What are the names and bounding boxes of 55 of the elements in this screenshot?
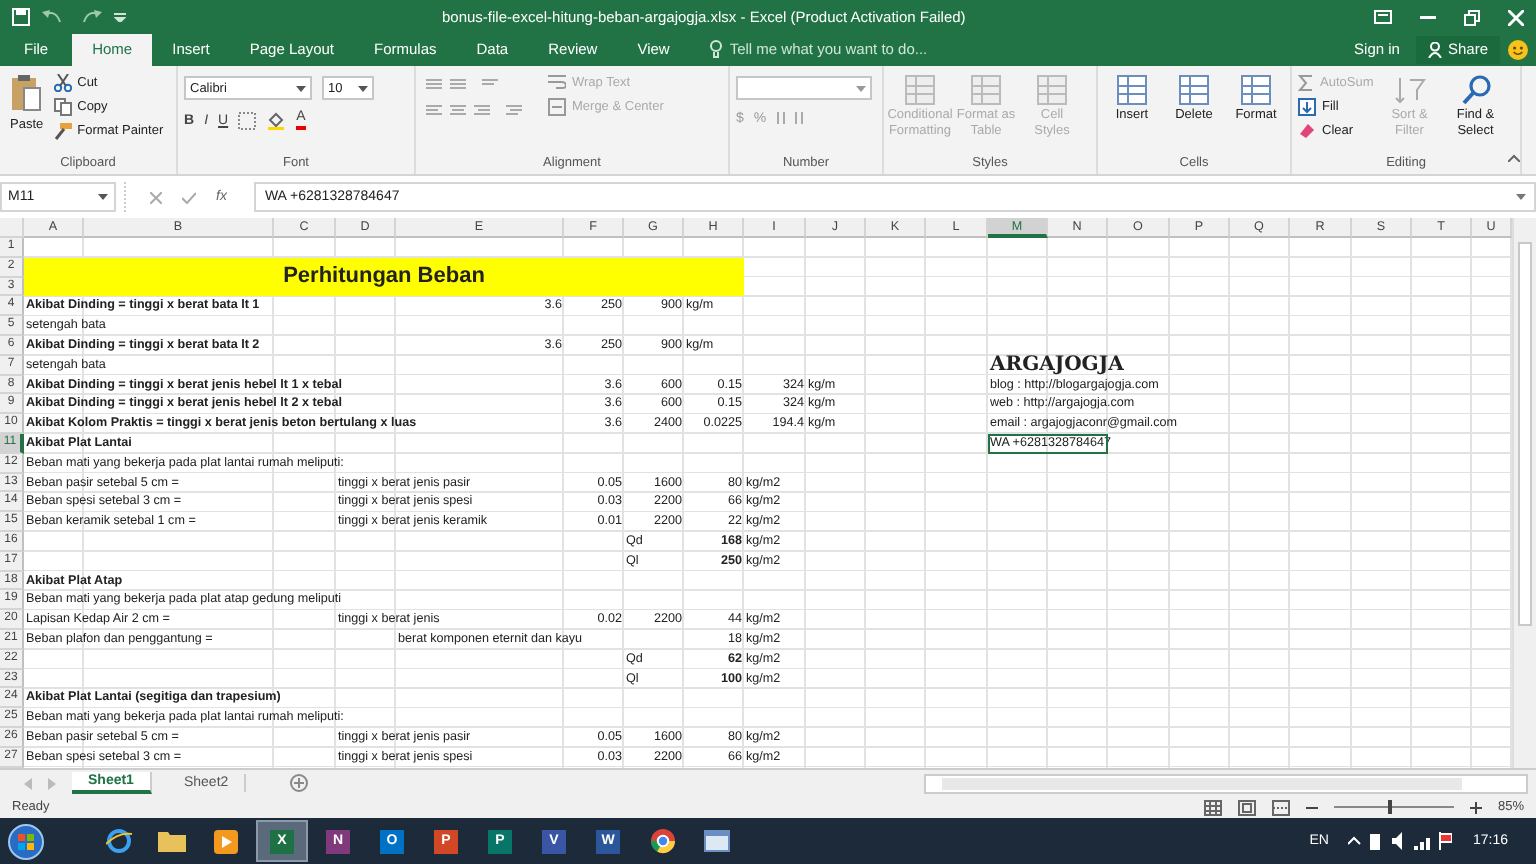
chrome-icon (649, 828, 675, 854)
undo-icon[interactable] (42, 9, 66, 25)
window-icon (703, 830, 729, 852)
caret-icon (358, 85, 368, 91)
ribbon-options-icon[interactable] (1374, 10, 1392, 24)
caret-icon (856, 85, 866, 91)
checkmark-icon[interactable] (182, 191, 196, 203)
table-icon (970, 74, 1002, 106)
clipboard-icon (10, 74, 43, 114)
caret-icon[interactable] (114, 12, 126, 22)
number-format-field[interactable] (736, 76, 872, 100)
fill-color-icon[interactable] (266, 111, 287, 129)
copy-icon (53, 98, 72, 116)
borders-icon[interactable] (238, 111, 257, 129)
table-icon (904, 74, 936, 106)
close-icon[interactable] (1508, 9, 1524, 25)
globe-e-icon (105, 828, 131, 854)
search-icon (1459, 74, 1492, 106)
vertical-scrollbar[interactable] (1512, 218, 1536, 768)
sort-icon (1393, 74, 1426, 106)
collapse-ribbon-icon[interactable] (1508, 154, 1520, 162)
fill-down-icon (1298, 98, 1316, 116)
eraser-icon (1298, 122, 1316, 140)
zoom-out-icon[interactable] (1305, 801, 1318, 813)
add-sheet-icon[interactable] (290, 774, 309, 792)
caret-icon (296, 85, 306, 91)
normal-view-icon[interactable] (1203, 799, 1222, 815)
page-break-icon[interactable] (1271, 799, 1290, 815)
merge-icon (548, 98, 566, 116)
media-player-icon (214, 829, 238, 853)
brush-icon (53, 122, 72, 140)
sheet-title: Perhitungan Beban (24, 257, 744, 297)
smiley-icon[interactable] (1508, 40, 1528, 60)
start-button-icon[interactable] (8, 823, 44, 859)
scissors-icon (53, 74, 72, 92)
brand-name: ARGAJOGJA (988, 355, 1126, 376)
table-icon (1240, 74, 1272, 106)
redo-icon[interactable] (78, 9, 102, 25)
caret-icon (1516, 194, 1526, 200)
wrap-text-icon (548, 74, 566, 92)
table-icon (1178, 74, 1210, 106)
page-layout-icon[interactable] (1237, 799, 1256, 815)
lightbulb-icon (709, 40, 722, 58)
table-icon (1036, 74, 1068, 106)
folder-icon (158, 830, 186, 852)
horizontal-scrollbar[interactable] (924, 773, 1529, 793)
person-icon (1427, 41, 1442, 57)
save-icon[interactable] (12, 8, 30, 26)
sum-icon (1298, 74, 1314, 92)
caret-icon (98, 194, 108, 200)
minimize-icon[interactable] (1420, 15, 1436, 19)
restore-icon[interactable] (1464, 9, 1480, 25)
zoom-in-icon[interactable] (1469, 801, 1482, 813)
table-icon (1116, 74, 1148, 106)
tray-icons-drawing[interactable] (1348, 832, 1453, 850)
